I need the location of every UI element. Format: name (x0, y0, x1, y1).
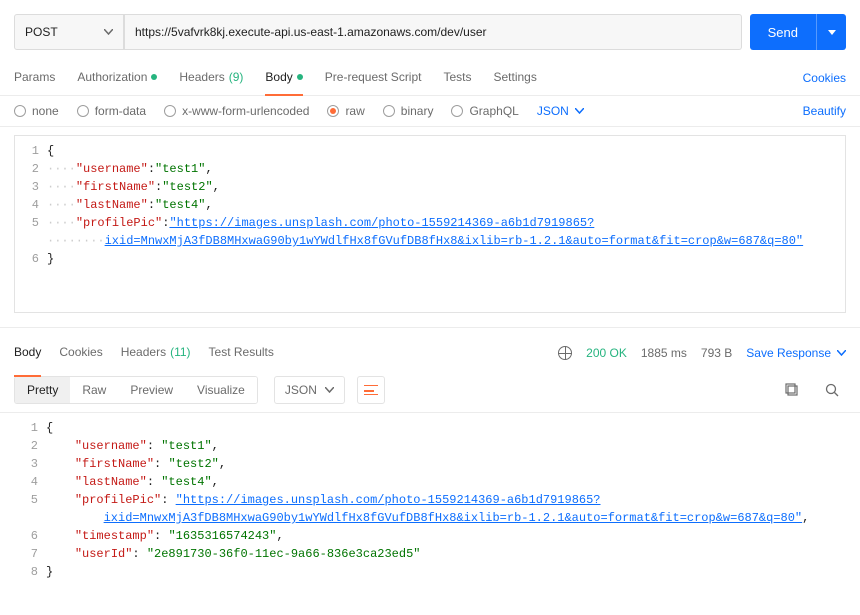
send-dropdown-button[interactable] (816, 14, 846, 50)
view-preview[interactable]: Preview (118, 377, 185, 403)
radio-icon (451, 105, 463, 117)
send-button[interactable]: Send (750, 14, 816, 50)
search-icon (825, 383, 839, 397)
method-select[interactable]: POST (14, 14, 124, 50)
response-format-dropdown[interactable]: JSON (274, 376, 345, 404)
tab-tests[interactable]: Tests (443, 60, 471, 96)
chevron-down-icon (325, 387, 334, 393)
wrap-lines-icon (364, 385, 378, 395)
tab-settings[interactable]: Settings (494, 60, 537, 96)
radio-none[interactable]: none (14, 104, 59, 118)
response-tab-testresults[interactable]: Test Results (209, 338, 274, 368)
save-response-dropdown[interactable]: Save Response (746, 346, 846, 360)
chevron-down-icon (837, 350, 846, 356)
copy-button[interactable] (778, 376, 806, 404)
chevron-down-icon (828, 30, 836, 35)
radio-binary[interactable]: binary (383, 104, 434, 118)
method-value: POST (25, 25, 58, 39)
chevron-down-icon (104, 29, 113, 35)
view-pretty[interactable]: Pretty (15, 377, 70, 403)
chevron-down-icon (575, 108, 584, 114)
dot-indicator-icon (297, 74, 303, 80)
radio-raw[interactable]: raw (327, 104, 364, 118)
view-raw[interactable]: Raw (70, 377, 118, 403)
radio-icon (77, 105, 89, 117)
response-time: 1885 ms (641, 346, 687, 360)
response-body-viewer[interactable]: 1{ 2 "username": "test1", 3 "firstName":… (14, 419, 846, 581)
url-input[interactable] (124, 14, 742, 50)
response-tab-cookies[interactable]: Cookies (59, 338, 102, 368)
status-code: 200 OK (586, 346, 627, 360)
radio-icon (14, 105, 26, 117)
copy-icon (785, 383, 799, 397)
tab-headers[interactable]: Headers(9) (179, 60, 243, 96)
tab-authorization[interactable]: Authorization (77, 60, 157, 96)
wrap-lines-button[interactable] (357, 376, 385, 404)
beautify-link[interactable]: Beautify (803, 104, 846, 118)
response-tab-headers[interactable]: Headers(11) (121, 338, 191, 368)
cookies-link[interactable]: Cookies (803, 71, 846, 85)
request-body-editor[interactable]: 1{ 2····"username":"test1", 3····"firstN… (14, 135, 846, 313)
radio-graphql[interactable]: GraphQL (451, 104, 518, 118)
view-visualize[interactable]: Visualize (185, 377, 257, 403)
radio-urlencoded[interactable]: x-www-form-urlencoded (164, 104, 309, 118)
radio-icon (383, 105, 395, 117)
response-size: 793 B (701, 346, 732, 360)
radio-formdata[interactable]: form-data (77, 104, 146, 118)
radio-icon (164, 105, 176, 117)
tab-params[interactable]: Params (14, 60, 55, 96)
tab-body[interactable]: Body (265, 60, 302, 96)
view-mode-segment: Pretty Raw Preview Visualize (14, 376, 258, 404)
radio-icon (327, 105, 339, 117)
search-button[interactable] (818, 376, 846, 404)
body-format-dropdown[interactable]: JSON (537, 104, 584, 118)
response-tab-body[interactable]: Body (14, 338, 41, 368)
tab-prerequest[interactable]: Pre-request Script (325, 60, 422, 96)
dot-indicator-icon (151, 74, 157, 80)
globe-icon[interactable] (558, 346, 572, 360)
